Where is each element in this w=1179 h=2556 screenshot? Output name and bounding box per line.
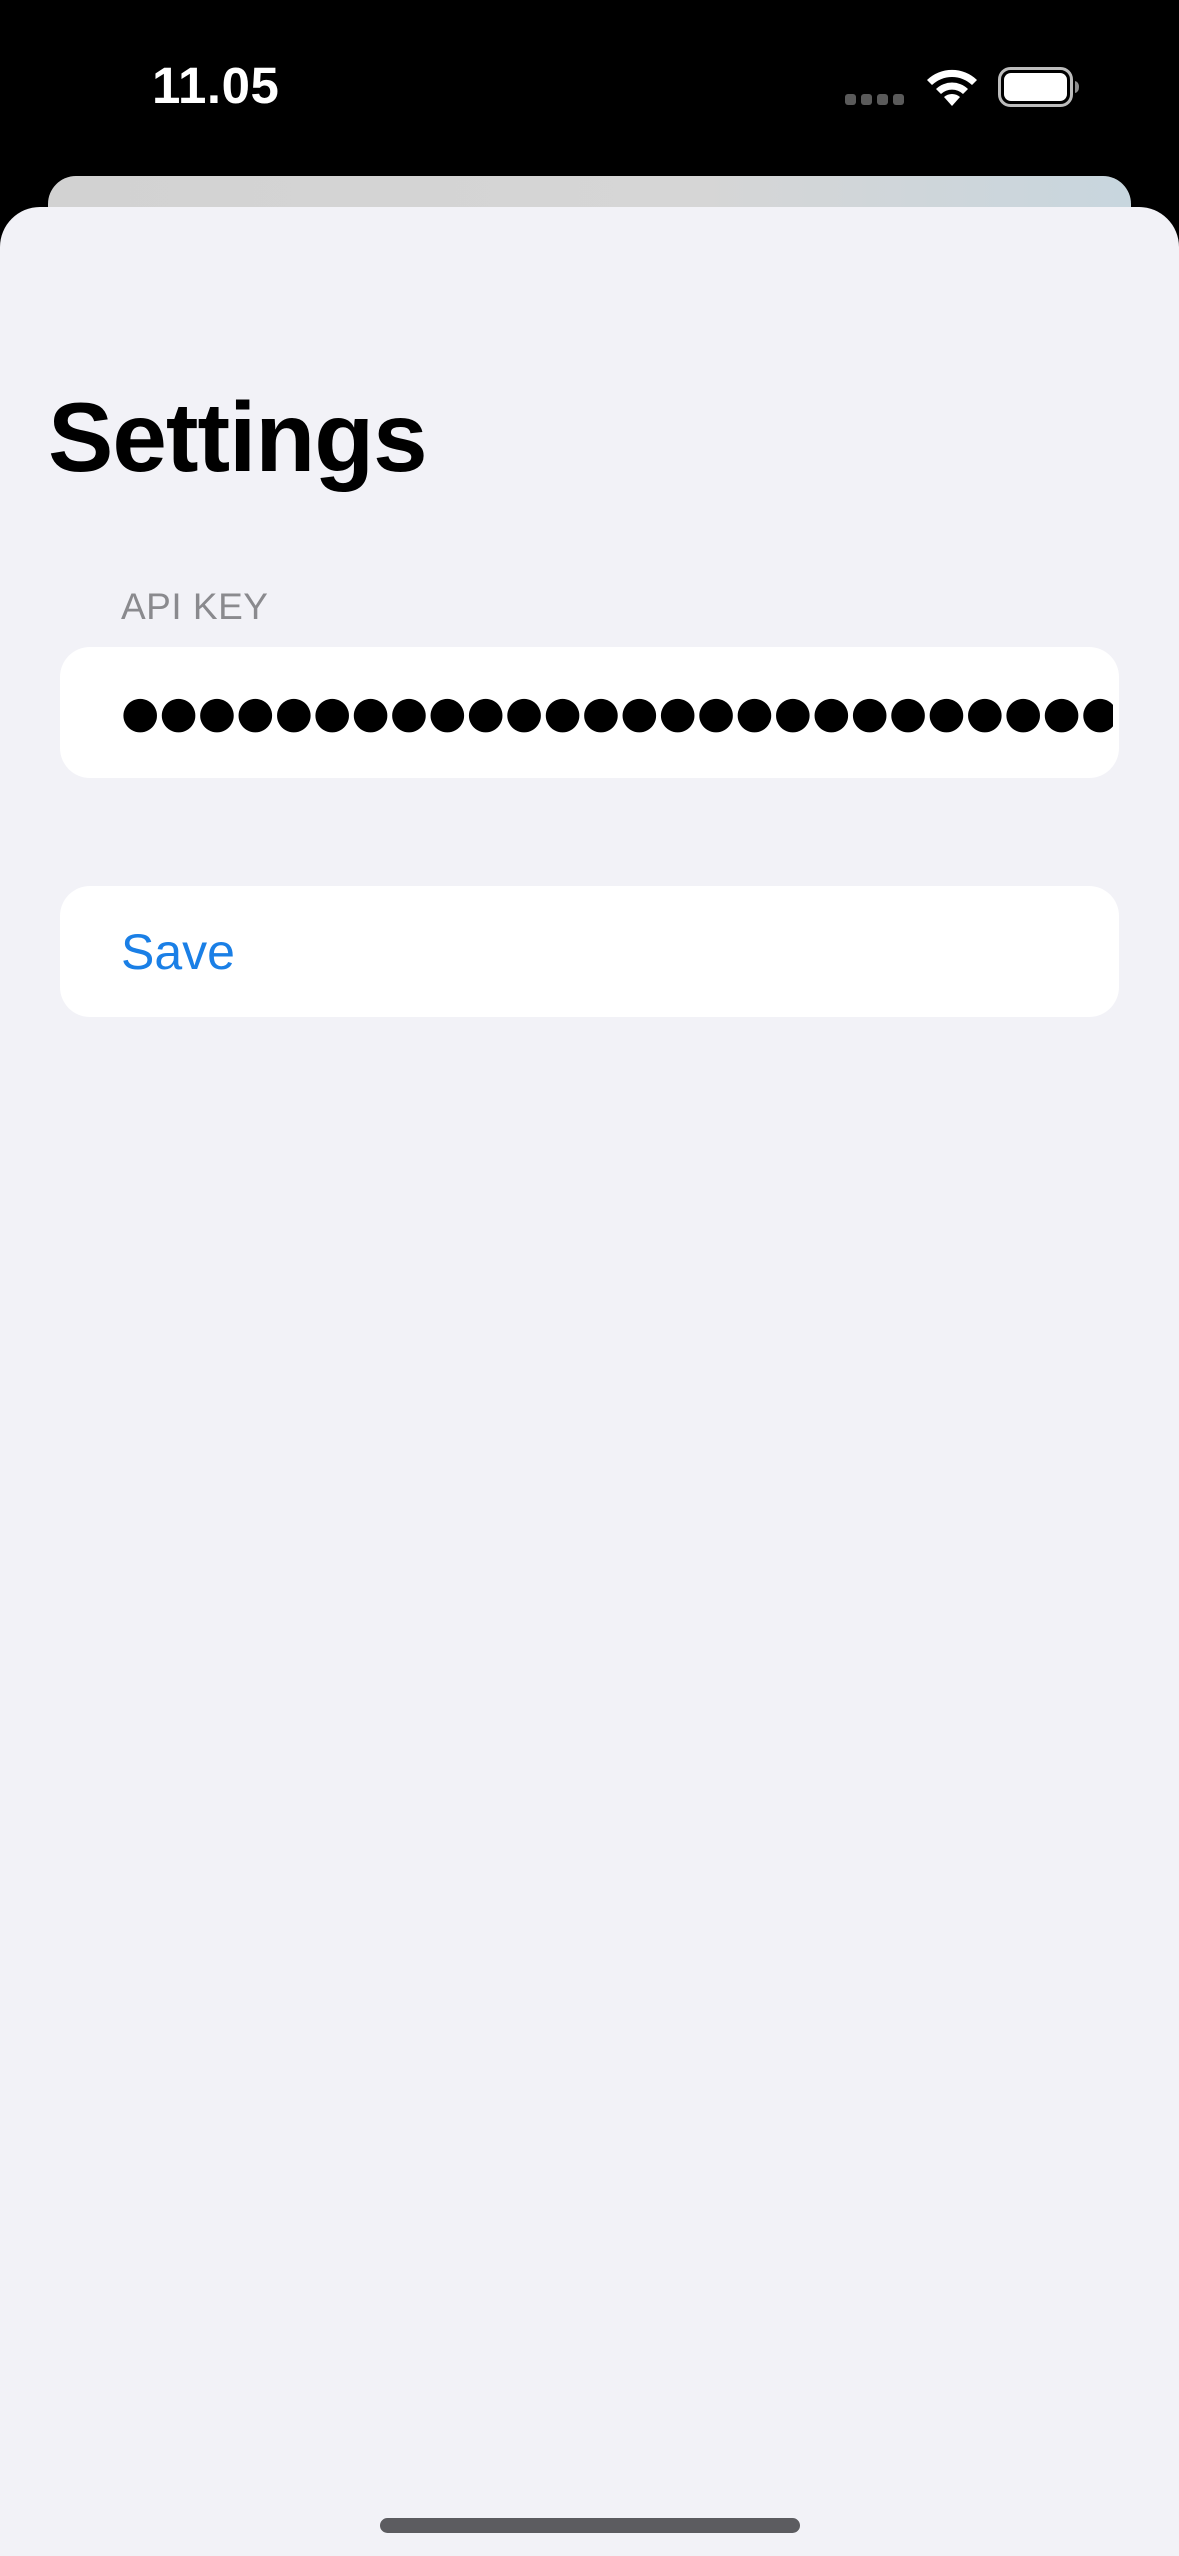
screen: 11.05 Settings API KEY ●●●●●●●●●●●●●●●●●… [0, 0, 1179, 2556]
section-header-api-key: API KEY [121, 586, 269, 627]
status-time: 11.05 [152, 57, 280, 114]
battery-icon [998, 67, 1079, 107]
status-bar: 11.05 [0, 0, 1179, 176]
save-button[interactable]: Save [60, 886, 1119, 1017]
api-key-field[interactable]: ●●●●●●●●●●●●●●●●●●●●●●●●●●●●●●… [121, 647, 1113, 778]
wifi-icon [927, 69, 977, 106]
settings-sheet [0, 207, 1179, 2556]
page-title: Settings [48, 382, 428, 492]
home-indicator[interactable] [380, 2518, 800, 2533]
signal-icon [845, 94, 905, 106]
save-group: Save [60, 886, 1119, 1017]
api-key-group: ●●●●●●●●●●●●●●●●●●●●●●●●●●●●●●… [60, 647, 1119, 778]
